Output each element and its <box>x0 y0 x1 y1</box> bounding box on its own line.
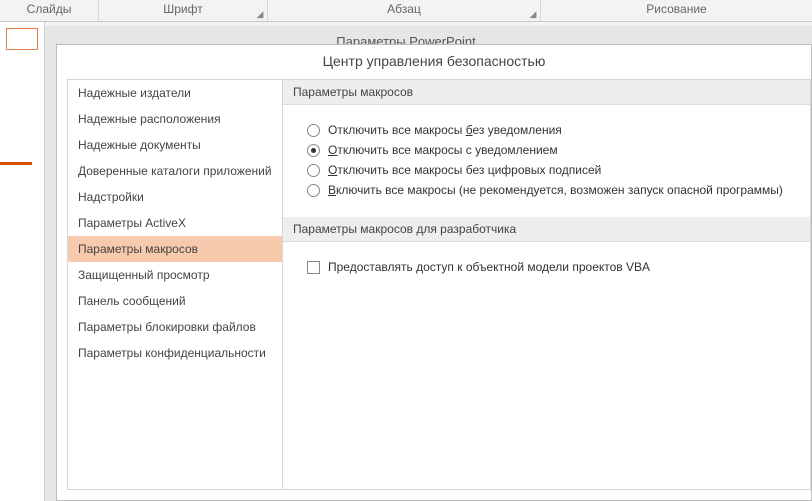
radio-icon <box>307 144 320 157</box>
nav-item[interactable]: Параметры блокировки файлов <box>68 314 282 340</box>
radio-label: Отключить все макросы с уведомлением <box>328 143 558 157</box>
ribbon-group-label: Слайды <box>27 2 72 16</box>
dialog-launcher-icon[interactable]: ◢ <box>255 9 265 19</box>
dialog-launcher-icon[interactable]: ◢ <box>528 9 538 19</box>
ribbon-group-paragraph: Абзац ◢ <box>268 0 540 21</box>
radio-label: Отключить все макросы без цифровых подпи… <box>328 163 601 177</box>
slide-thumbnail[interactable] <box>6 28 38 50</box>
nav-item[interactable]: Параметры ActiveX <box>68 210 282 236</box>
radio-label: Отключить все макросы без уведомления <box>328 123 562 137</box>
radio-option[interactable]: Включить все макросы (не рекомендуется, … <box>307 183 792 197</box>
ribbon-group-label: Шрифт <box>163 2 202 16</box>
checkbox-label: Предоставлять доступ к объектной модели … <box>328 260 650 274</box>
radio-icon <box>307 164 320 177</box>
ribbon-group-label: Абзац <box>387 2 421 16</box>
radio-option[interactable]: Отключить все макросы без уведомления <box>307 123 792 137</box>
radio-label: Включить все макросы (не рекомендуется, … <box>328 183 783 197</box>
trust-center-nav: Надежные издателиНадежные расположенияНа… <box>67 79 283 490</box>
nav-item[interactable]: Доверенные каталоги приложений <box>68 158 282 184</box>
radio-option[interactable]: Отключить все макросы без цифровых подпи… <box>307 163 792 177</box>
radio-icon <box>307 124 320 137</box>
trust-center-content: Параметры макросов Отключить все макросы… <box>283 79 811 490</box>
nav-item[interactable]: Надежные издатели <box>68 80 282 106</box>
nav-item[interactable]: Параметры конфиденциальности <box>68 340 282 366</box>
nav-item[interactable]: Параметры макросов <box>68 236 282 262</box>
ribbon-group-drawing: Рисование <box>541 0 812 21</box>
radio-icon <box>307 184 320 197</box>
dialog-title: Центр управления безопасностью <box>57 45 811 79</box>
nav-item[interactable]: Надежные документы <box>68 132 282 158</box>
nav-item[interactable]: Защищенный просмотр <box>68 262 282 288</box>
radio-option[interactable]: Отключить все макросы с уведомлением <box>307 143 792 157</box>
ribbon-group-labels: Слайды Шрифт ◢ Абзац ◢ Рисование <box>0 0 812 22</box>
ribbon-group-font: Шрифт ◢ <box>99 0 267 21</box>
slide-divider <box>0 162 32 165</box>
nav-item[interactable]: Надстройки <box>68 184 282 210</box>
checkbox-icon <box>307 261 320 274</box>
section-header-dev-macros: Параметры макросов для разработчика <box>283 217 810 242</box>
checkbox-vba-object-model[interactable]: Предоставлять доступ к объектной модели … <box>307 260 792 274</box>
ribbon-group-label: Рисование <box>646 2 706 16</box>
nav-item[interactable]: Надежные расположения <box>68 106 282 132</box>
nav-item[interactable]: Панель сообщений <box>68 288 282 314</box>
ribbon-group-slides: Слайды <box>0 0 98 21</box>
slide-thumbnail-panel <box>0 22 45 501</box>
trust-center-dialog: Центр управления безопасностью Надежные … <box>56 44 812 501</box>
section-header-macros: Параметры макросов <box>283 80 810 105</box>
